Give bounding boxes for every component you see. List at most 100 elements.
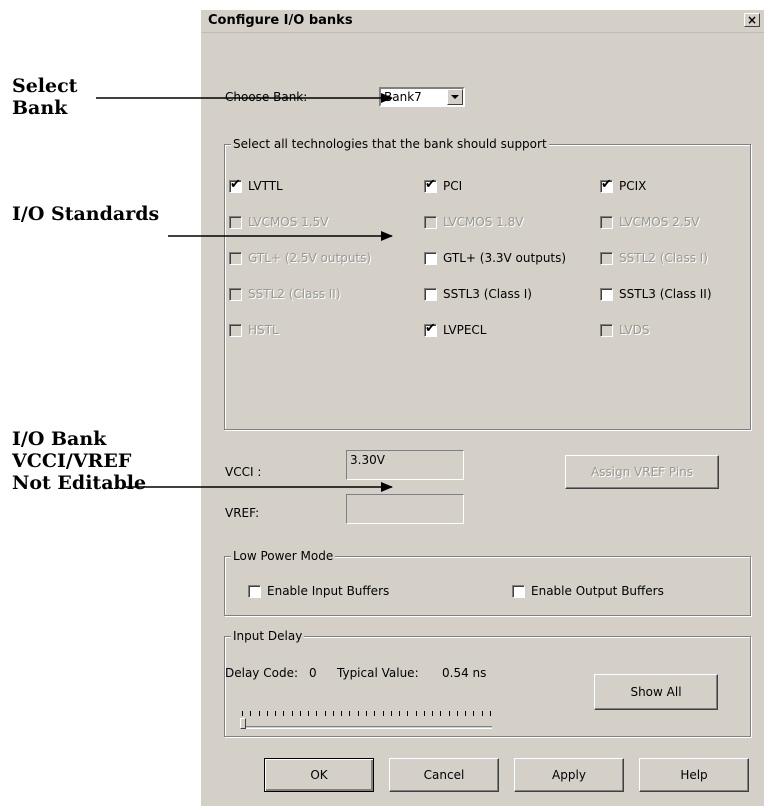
slider-tick bbox=[465, 711, 466, 716]
enable-output-buffers-checkbox[interactable]: Enable Output Buffers bbox=[512, 583, 664, 599]
checkbox-box bbox=[229, 251, 242, 265]
slider-tick bbox=[325, 711, 326, 716]
technology-checkbox[interactable]: ✔ LVPECL bbox=[424, 320, 487, 338]
checkmark-icon: ✔ bbox=[425, 176, 436, 192]
slider-tick bbox=[383, 711, 384, 716]
checkbox-box[interactable] bbox=[248, 584, 261, 598]
slider-tick bbox=[242, 711, 243, 716]
delay-code-value: 0 bbox=[309, 666, 317, 680]
slider-tick bbox=[440, 711, 441, 716]
help-button[interactable]: Help bbox=[639, 758, 749, 792]
choose-bank-label: Choose Bank: bbox=[225, 90, 308, 104]
technology-label: HSTL bbox=[248, 323, 279, 337]
ok-button[interactable]: OK bbox=[264, 758, 374, 792]
technology-label: PCI bbox=[443, 179, 463, 193]
delay-slider-ticks bbox=[242, 711, 492, 717]
checkbox-box[interactable] bbox=[424, 251, 437, 265]
slider-tick bbox=[391, 711, 392, 716]
apply-button[interactable]: Apply bbox=[514, 758, 624, 792]
slider-tick bbox=[349, 711, 350, 716]
slider-tick bbox=[432, 711, 433, 716]
technology-checkbox: LVCMOS 2.5V bbox=[600, 214, 699, 230]
slider-tick bbox=[341, 711, 342, 716]
vcci-label: VCCI : bbox=[225, 465, 262, 479]
slider-tick bbox=[424, 711, 425, 716]
annotation-line: Bank bbox=[12, 97, 68, 119]
technology-checkbox: LVDS bbox=[600, 322, 649, 338]
slider-tick bbox=[283, 711, 284, 716]
slider-tick bbox=[358, 711, 359, 716]
technology-label: LVPECL bbox=[443, 323, 487, 337]
technology-label: LVCMOS 1.8V bbox=[443, 215, 524, 229]
checkbox-box[interactable]: ✔ bbox=[600, 176, 613, 193]
cancel-button[interactable]: Cancel bbox=[389, 758, 499, 792]
bank-select-value: Bank7 bbox=[384, 90, 422, 104]
technology-label: LVCMOS 1.5V bbox=[248, 215, 329, 229]
technology-checkbox: GTL+ (2.5V outputs) bbox=[229, 250, 371, 266]
assign-vref-pins-button[interactable]: Assign VREF Pins bbox=[565, 455, 719, 489]
checkbox-box[interactable]: ✔ bbox=[229, 176, 242, 193]
delay-code-label: Delay Code: bbox=[225, 666, 298, 680]
slider-tick bbox=[300, 711, 301, 716]
technology-label: SSTL2 (Class I) bbox=[619, 251, 708, 265]
chevron-down-icon[interactable] bbox=[447, 89, 463, 105]
enable-output-buffers-label: Enable Output Buffers bbox=[531, 584, 664, 598]
checkbox-box[interactable]: ✔ bbox=[424, 176, 437, 193]
checkbox-box[interactable] bbox=[512, 584, 525, 598]
typical-value-label: Typical Value: bbox=[337, 666, 419, 680]
checkbox-box[interactable] bbox=[424, 287, 437, 301]
title-bar: Configure I/O banks × bbox=[202, 10, 764, 33]
technology-checkbox[interactable]: ✔ LVTTL bbox=[229, 176, 283, 194]
slider-tick bbox=[250, 711, 251, 716]
slider-tick bbox=[292, 711, 293, 716]
vref-field bbox=[346, 494, 464, 524]
show-all-button[interactable]: Show All bbox=[594, 674, 718, 710]
annotation-io-standards: I/O Standards bbox=[12, 203, 159, 225]
slider-tick bbox=[399, 711, 400, 716]
checkmark-icon: ✔ bbox=[425, 320, 436, 336]
delay-slider-track[interactable] bbox=[242, 726, 492, 729]
low-power-group-label: Low Power Mode bbox=[231, 549, 336, 563]
bank-select[interactable]: Bank7 bbox=[379, 87, 465, 107]
technology-checkbox[interactable]: SSTL3 (Class II) bbox=[600, 286, 712, 302]
configure-io-banks-dialog: Configure I/O banks × Choose Bank: Bank7… bbox=[201, 10, 764, 806]
annotation-select-bank: Select Bank bbox=[12, 75, 77, 119]
technology-label: GTL+ (3.3V outputs) bbox=[443, 251, 567, 265]
technology-checkbox: LVCMOS 1.5V bbox=[229, 214, 328, 230]
annotation-line: Select bbox=[12, 75, 78, 97]
technology-checkbox: HSTL bbox=[229, 322, 279, 338]
technology-checkbox[interactable]: ✔ PCIX bbox=[600, 176, 646, 194]
slider-tick bbox=[473, 711, 474, 716]
typical-value: 0.54 ns bbox=[442, 666, 487, 680]
enable-input-buffers-label: Enable Input Buffers bbox=[267, 584, 390, 598]
slider-tick bbox=[308, 711, 309, 716]
checkmark-icon: ✔ bbox=[601, 176, 612, 192]
delay-slider-thumb[interactable] bbox=[240, 718, 246, 729]
technology-label: SSTL2 (Class II) bbox=[248, 287, 341, 301]
checkbox-box bbox=[600, 251, 613, 265]
annotation-line: I/O Bank bbox=[12, 428, 107, 450]
vcci-field: 3.30V bbox=[346, 450, 464, 480]
technology-label: SSTL3 (Class II) bbox=[619, 287, 712, 301]
annotation-line: VCCI/VREF bbox=[12, 450, 132, 472]
enable-input-buffers-checkbox[interactable]: Enable Input Buffers bbox=[248, 583, 389, 599]
slider-tick bbox=[416, 711, 417, 716]
vref-label: VREF: bbox=[225, 506, 260, 520]
slider-tick bbox=[449, 711, 450, 716]
slider-tick bbox=[457, 711, 458, 716]
checkmark-icon: ✔ bbox=[230, 176, 241, 192]
annotation-vcci-vref: I/O Bank VCCI/VREF Not Editable bbox=[12, 428, 146, 494]
vcci-value: 3.30V bbox=[350, 453, 385, 467]
checkbox-box[interactable]: ✔ bbox=[424, 320, 437, 337]
technology-checkbox: SSTL2 (Class I) bbox=[600, 250, 708, 266]
technology-checkbox[interactable]: GTL+ (3.3V outputs) bbox=[424, 250, 566, 266]
slider-tick bbox=[267, 711, 268, 716]
slider-tick bbox=[259, 711, 260, 716]
technology-label: LVCMOS 2.5V bbox=[619, 215, 700, 229]
close-button[interactable]: × bbox=[744, 13, 760, 27]
annotation-line: Not Editable bbox=[12, 472, 147, 494]
checkbox-box[interactable] bbox=[600, 287, 613, 301]
technology-checkbox[interactable]: ✔ PCI bbox=[424, 176, 463, 194]
checkbox-box bbox=[229, 215, 242, 229]
technology-checkbox[interactable]: SSTL3 (Class I) bbox=[424, 286, 532, 302]
